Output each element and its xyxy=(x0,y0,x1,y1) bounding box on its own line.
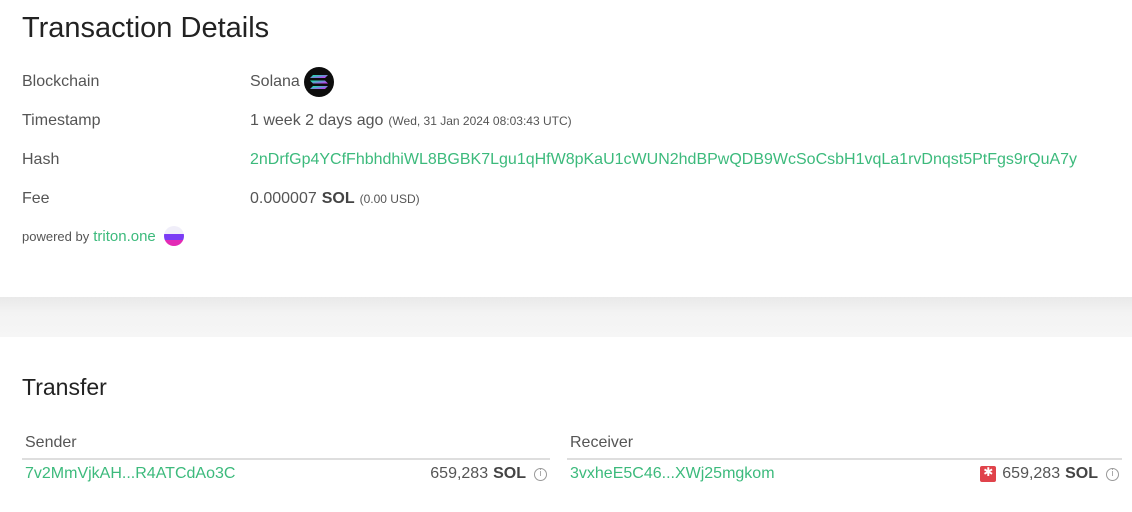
hash-value: 2nDrfGp4YCfFhbhdhiWL8BGBK7Lgu1qHfW8pKaU1… xyxy=(250,151,1077,169)
fee-usd: (0.00 USD) xyxy=(359,192,420,206)
timestamp-relative: 1 week 2 days ago xyxy=(250,112,384,129)
receiver-header: Receiver xyxy=(567,430,1122,460)
triton-link[interactable]: triton.one xyxy=(93,228,156,245)
timestamp-value: 1 week 2 days ago (Wed, 31 Jan 2024 08:0… xyxy=(250,112,572,130)
transfer-title: Transfer xyxy=(22,374,107,400)
fee-label: Fee xyxy=(22,190,50,207)
page-title: Transaction Details xyxy=(22,12,270,44)
receiver-amount-unit: SOL xyxy=(1065,465,1098,482)
timestamp-label: Timestamp xyxy=(22,112,101,129)
receiver-amount: 659,283 SOL i xyxy=(980,465,1119,483)
sender-header: Sender xyxy=(22,430,550,460)
blockchain-row: Blockchain Solana xyxy=(22,67,334,97)
sender-row: 7v2MmVjkAH...R4ATCdAo3C 659,283 SOL i xyxy=(22,460,550,488)
receiver-row: 3vxheE5C46...XWj25mgkom 659,283 SOL i xyxy=(567,460,1122,488)
fee-unit: SOL xyxy=(321,190,355,207)
hash-row: Hash 2nDrfGp4YCfFhbhdhiWL8BGBK7Lgu1qHfW8… xyxy=(22,148,1077,172)
blockchain-name: Solana xyxy=(250,73,300,90)
blockchain-label: Blockchain xyxy=(22,73,100,90)
sender-amount: 659,283 SOL i xyxy=(430,465,547,483)
alert-icon xyxy=(980,465,997,482)
fee-value: 0.000007 SOL (0.00 USD) xyxy=(250,190,420,208)
info-icon[interactable]: i xyxy=(534,467,547,481)
receiver-address-link[interactable]: 3vxheE5C46...XWj25mgkom xyxy=(570,465,775,483)
receiver-column: Receiver 3vxheE5C46...XWj25mgkom 659,283… xyxy=(567,430,1122,490)
fee-amount: 0.000007 xyxy=(250,190,317,207)
sender-amount-unit: SOL xyxy=(493,465,526,482)
hash-link[interactable]: 2nDrfGp4YCfFhbhdhiWL8BGBK7Lgu1qHfW8pKaU1… xyxy=(250,151,1077,169)
section-gap xyxy=(0,297,1132,337)
hash-label: Hash xyxy=(22,151,60,168)
receiver-amount-value: 659,283 xyxy=(1002,465,1061,482)
sender-address-link[interactable]: 7v2MmVjkAH...R4ATCdAo3C xyxy=(25,465,235,483)
timestamp-absolute: (Wed, 31 Jan 2024 08:03:43 UTC) xyxy=(388,114,572,128)
triton-logo-icon xyxy=(163,226,184,246)
fee-row: Fee 0.000007 SOL (0.00 USD) xyxy=(22,187,420,211)
sender-column: Sender 7v2MmVjkAH...R4ATCdAo3C 659,283 S… xyxy=(22,430,550,490)
info-icon[interactable]: i xyxy=(1106,467,1119,481)
powered-by: powered by triton.one xyxy=(22,226,184,246)
powered-by-prefix: powered by xyxy=(22,228,90,244)
timestamp-row: Timestamp 1 week 2 days ago (Wed, 31 Jan… xyxy=(22,109,572,133)
solana-logo-icon xyxy=(303,67,334,97)
sender-amount-value: 659,283 xyxy=(430,465,489,482)
blockchain-value: Solana xyxy=(250,67,334,97)
